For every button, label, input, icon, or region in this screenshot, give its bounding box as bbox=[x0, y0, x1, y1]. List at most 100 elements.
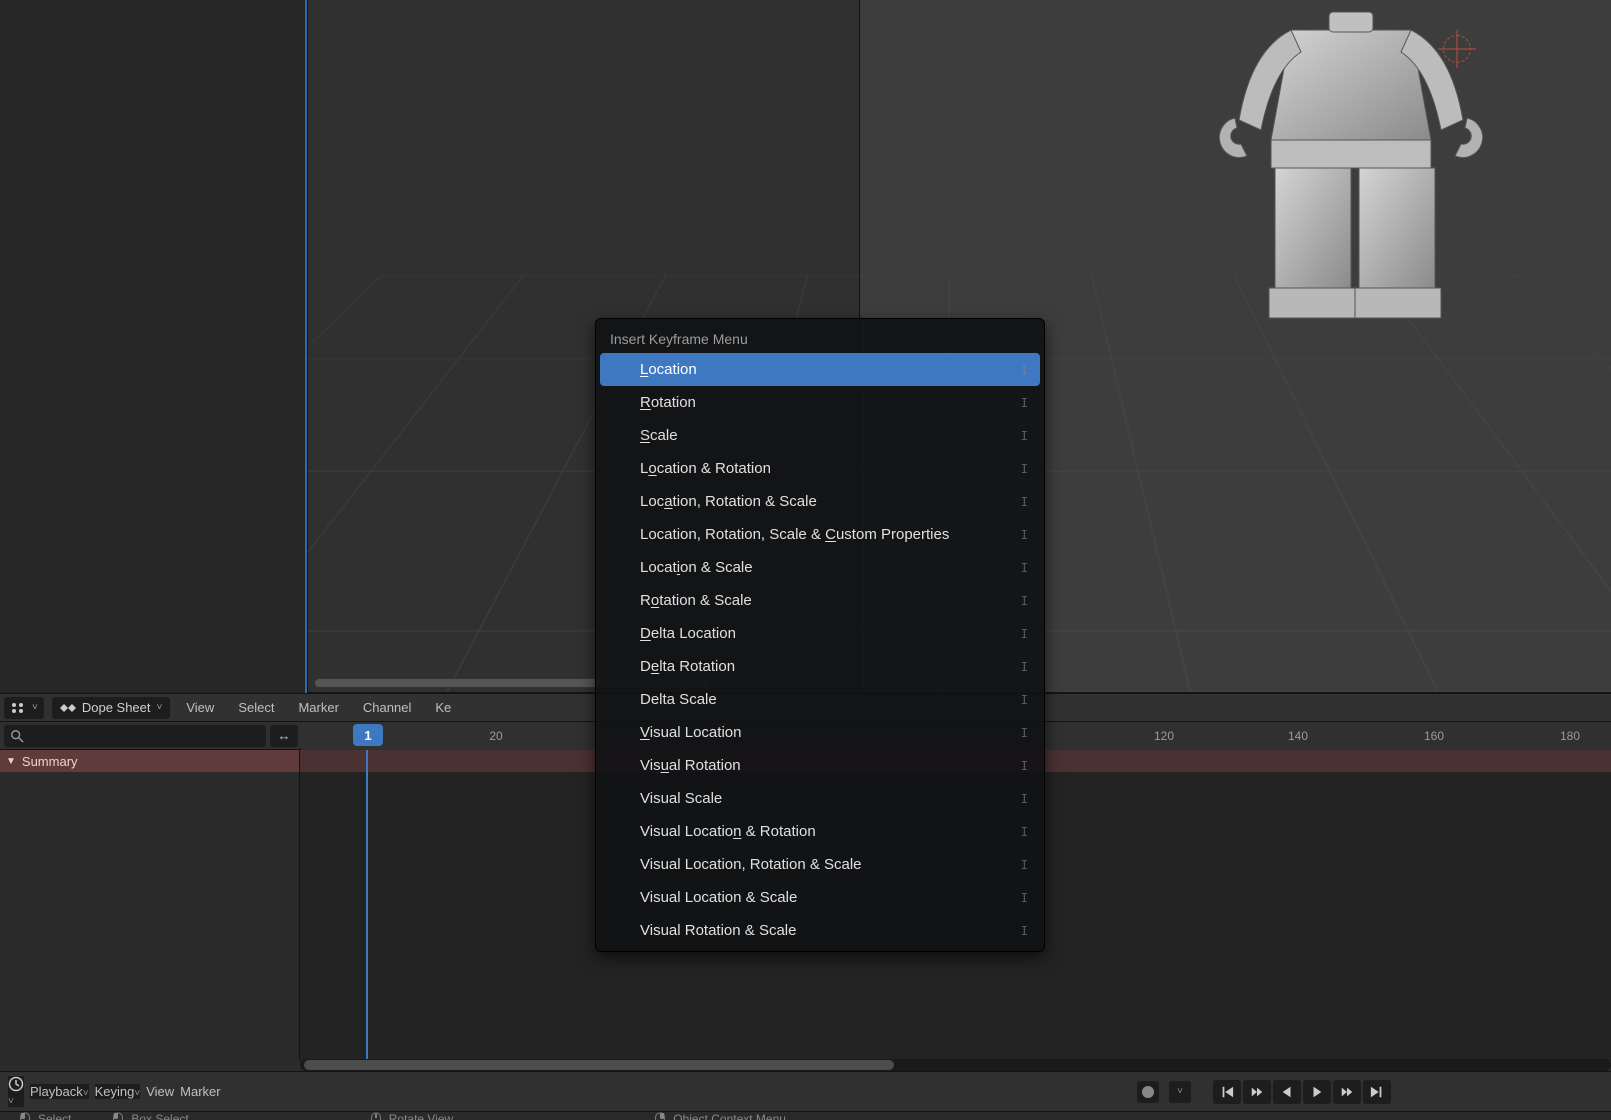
playback-label: Playback bbox=[30, 1084, 83, 1099]
keyframe-option-label: Visual Scale bbox=[640, 790, 722, 807]
keyframe-option-shortcut: I bbox=[1021, 660, 1028, 674]
collapse-triangle-icon[interactable]: ▼ bbox=[6, 756, 16, 767]
chevron-down-icon: ˅ bbox=[32, 702, 38, 713]
keyframe-option[interactable]: Delta Location I bbox=[600, 617, 1040, 650]
keyframe-option-shortcut: I bbox=[1021, 792, 1028, 806]
keyframe-option-shortcut: I bbox=[1021, 594, 1028, 608]
mode-dropdown[interactable]: Dope Sheet ˅ bbox=[52, 697, 171, 719]
keyframe-option[interactable]: Delta Scale I bbox=[600, 683, 1040, 716]
record-icon bbox=[1142, 1086, 1154, 1098]
channel-width-handle[interactable]: ↔ bbox=[270, 725, 298, 747]
keyframe-option-shortcut: I bbox=[1021, 627, 1028, 641]
outliner-panel bbox=[0, 0, 308, 693]
keyframe-option-label: Location, Rotation, Scale & Custom Prope… bbox=[640, 526, 949, 543]
channel-list[interactable]: ▼ Summary bbox=[0, 750, 300, 1061]
keyframe-option-shortcut: I bbox=[1021, 924, 1028, 938]
keyframe-option[interactable]: Visual Scale I bbox=[600, 782, 1040, 815]
current-frame-badge[interactable]: 1 bbox=[353, 724, 383, 746]
editor-type-dropdown[interactable]: ˅ bbox=[4, 697, 44, 719]
keyframe-option-label: Location & Rotation bbox=[640, 460, 771, 477]
transport-controls bbox=[1213, 1080, 1391, 1104]
menu-key[interactable]: Ke bbox=[423, 700, 463, 715]
insert-keyframe-menu[interactable]: Insert Keyframe Menu LocationIRotationIS… bbox=[595, 318, 1045, 952]
prev-keyframe-button[interactable] bbox=[1243, 1080, 1271, 1104]
keyframe-option-label: Visual Rotation & Scale bbox=[640, 922, 796, 939]
editor-type-dropdown[interactable]: ˅ bbox=[8, 1076, 24, 1107]
summary-label: Summary bbox=[22, 754, 78, 769]
menu-marker[interactable]: Marker bbox=[286, 700, 350, 715]
keyframe-option[interactable]: Visual Rotation & Scale I bbox=[600, 914, 1040, 947]
channel-search[interactable] bbox=[4, 725, 266, 747]
next-keyframe-button[interactable] bbox=[1333, 1080, 1361, 1104]
dopesheet-hscroll[interactable] bbox=[300, 1059, 1611, 1071]
mouse-middle-icon bbox=[369, 1112, 383, 1120]
status-hints: Select Box Select Rotate View Object Con… bbox=[0, 1111, 1611, 1120]
channel-search-input[interactable] bbox=[30, 727, 260, 744]
timeline-playbar: ˅ Playback˅ Keying˅ View Marker ˅ bbox=[0, 1071, 1611, 1111]
keyframe-option-shortcut: I bbox=[1021, 891, 1028, 905]
keyframe-option-label: Delta Rotation bbox=[640, 658, 735, 675]
keyframe-option[interactable]: Rotation & Scale I bbox=[600, 584, 1040, 617]
playback-menu[interactable]: Playback˅ bbox=[30, 1084, 89, 1099]
keyframe-option-label: Location & Scale bbox=[640, 559, 753, 576]
playhead[interactable] bbox=[366, 750, 368, 1061]
ruler-tick: 180 bbox=[1560, 722, 1580, 750]
keyframe-option[interactable]: LocationI bbox=[600, 353, 1040, 386]
chevron-down-icon: ˅ bbox=[8, 1096, 14, 1107]
keyframe-option[interactable]: Location & ScaleI bbox=[600, 551, 1040, 584]
keyframe-option-shortcut: I bbox=[1021, 759, 1028, 773]
keyframe-option[interactable]: Location & RotationI bbox=[600, 452, 1040, 485]
keyframe-option-label: Delta Scale bbox=[640, 691, 717, 708]
menu-view[interactable]: View bbox=[146, 1084, 174, 1099]
keyframe-option-shortcut: I bbox=[1021, 396, 1028, 410]
menu-select[interactable]: Select bbox=[226, 700, 286, 715]
ruler-tick: 140 bbox=[1288, 722, 1308, 750]
chevron-down-icon: ˅ bbox=[1177, 1086, 1183, 1097]
dopesheet-hscroll-thumb[interactable] bbox=[304, 1060, 894, 1070]
keyframe-option[interactable]: Rotation I bbox=[600, 386, 1040, 419]
hint-context-menu: Object Context Menu bbox=[653, 1112, 786, 1120]
menu-channel[interactable]: Channel bbox=[351, 700, 423, 715]
keyframe-option-label: Visual Location bbox=[640, 724, 741, 741]
keyframe-option-label: Rotation & Scale bbox=[640, 592, 752, 609]
summary-channel[interactable]: ▼ Summary bbox=[0, 750, 299, 772]
chevron-down-icon: ˅ bbox=[157, 702, 163, 713]
autokey-mode-dropdown[interactable]: ˅ bbox=[1169, 1081, 1191, 1103]
keyframe-option[interactable]: Visual Location & ScaleI bbox=[600, 881, 1040, 914]
ruler-tick: 120 bbox=[1154, 722, 1174, 750]
jump-start-button[interactable] bbox=[1213, 1080, 1241, 1104]
keyframe-option[interactable]: Visual Rotation I bbox=[600, 749, 1040, 782]
keyframe-option[interactable]: Visual Location I bbox=[600, 716, 1040, 749]
keying-menu[interactable]: Keying˅ bbox=[95, 1084, 141, 1099]
keyframe-option-shortcut: I bbox=[1021, 825, 1028, 839]
keyframe-option-shortcut: I bbox=[1021, 429, 1028, 443]
keyframe-option-shortcut: I bbox=[1021, 726, 1028, 740]
keyframe-option-label: Rotation bbox=[640, 394, 696, 411]
mouse-left-drag-icon bbox=[111, 1112, 125, 1120]
play-button[interactable] bbox=[1303, 1080, 1331, 1104]
menu-marker[interactable]: Marker bbox=[180, 1084, 220, 1099]
keyframe-option-shortcut: I bbox=[1021, 693, 1028, 707]
keyframe-option[interactable]: Delta Rotation I bbox=[600, 650, 1040, 683]
keyframe-option[interactable]: Location, Rotation & ScaleI bbox=[600, 485, 1040, 518]
keyframe-option-label: Visual Rotation bbox=[640, 757, 741, 774]
keyframes-icon bbox=[60, 700, 76, 716]
keyframe-option-label: Location bbox=[640, 361, 697, 378]
keyframe-option[interactable]: ScaleI bbox=[600, 419, 1040, 452]
play-reverse-button[interactable] bbox=[1273, 1080, 1301, 1104]
keyframe-option-shortcut: I bbox=[1021, 528, 1028, 542]
keyframe-option[interactable]: Location, Rotation, Scale & Custom Prope… bbox=[600, 518, 1040, 551]
clock-icon bbox=[8, 1076, 24, 1092]
autokey-toggle[interactable] bbox=[1137, 1081, 1159, 1103]
menu-view[interactable]: View bbox=[174, 700, 226, 715]
keyframe-option[interactable]: Visual Location, Rotation & ScaleI bbox=[600, 848, 1040, 881]
keyframe-option-label: Delta Location bbox=[640, 625, 736, 642]
hint-rotate-view: Rotate View bbox=[369, 1112, 453, 1120]
ruler-tick: 160 bbox=[1424, 722, 1444, 750]
insert-keyframe-title: Insert Keyframe Menu bbox=[600, 323, 1040, 353]
keyframe-option-shortcut: I bbox=[1021, 858, 1028, 872]
jump-end-button[interactable] bbox=[1363, 1080, 1391, 1104]
keyframe-option[interactable]: Visual Location & RotationI bbox=[600, 815, 1040, 848]
timeline-playhead-extension bbox=[305, 0, 307, 693]
keyframe-option-shortcut: I bbox=[1021, 495, 1028, 509]
